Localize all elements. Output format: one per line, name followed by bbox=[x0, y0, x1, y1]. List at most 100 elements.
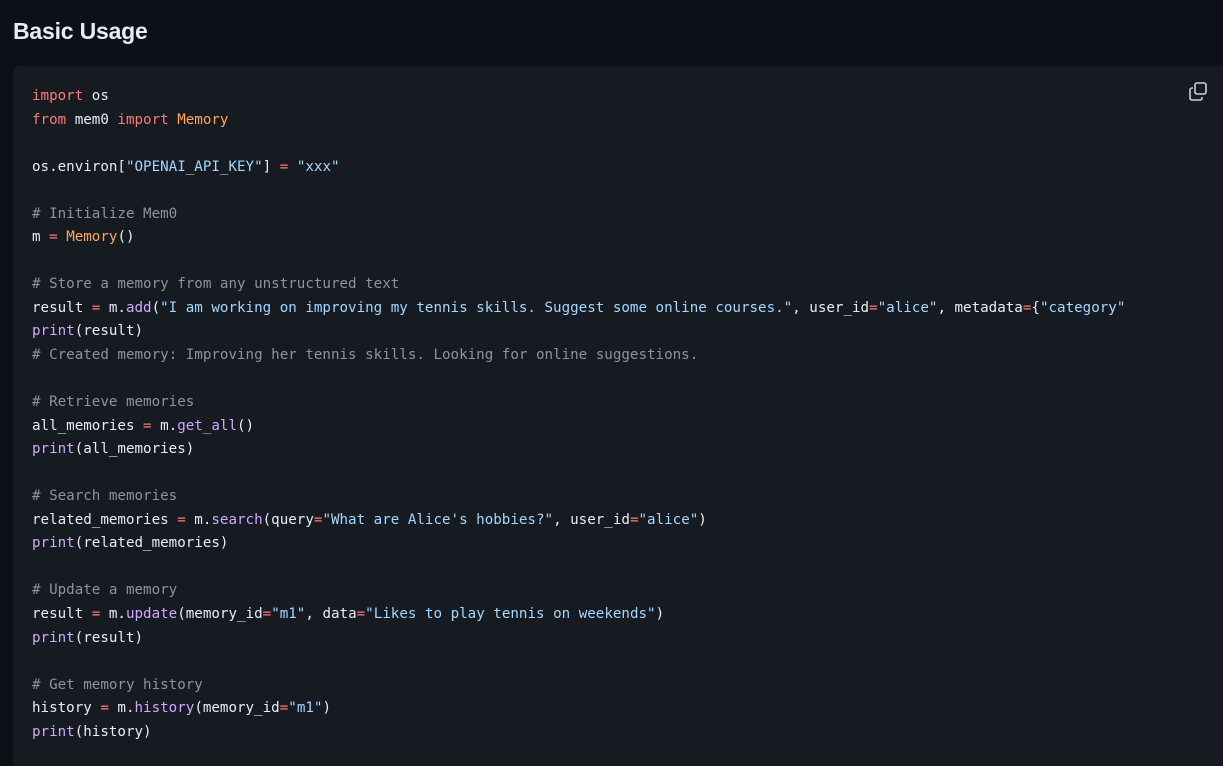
code-token: (memory_id bbox=[194, 700, 280, 717]
code-token: ] bbox=[262, 158, 280, 175]
code-line: print(related_memories) bbox=[32, 532, 1175, 556]
code-token: "m1" bbox=[288, 700, 323, 717]
code-token: print bbox=[32, 441, 75, 458]
code-token: ) bbox=[655, 606, 665, 623]
code-line: m = Memory() bbox=[32, 226, 1175, 250]
code-token: "m1" bbox=[271, 606, 306, 623]
code-token: # Retrieve memories bbox=[32, 394, 195, 411]
code-token: (related_memories) bbox=[74, 535, 229, 552]
code-token: , user_id bbox=[792, 299, 870, 316]
code-line: related_memories = m.search(query="What … bbox=[32, 509, 1175, 533]
code-line: print(history) bbox=[32, 721, 1175, 745]
code-token: history bbox=[134, 700, 195, 717]
code-token: ) bbox=[698, 511, 707, 528]
code-token: "I am working on improving my tennis ski… bbox=[160, 299, 793, 316]
code-token: related_memories bbox=[32, 511, 178, 528]
code-token: () bbox=[117, 229, 135, 246]
code-token: = bbox=[49, 229, 58, 246]
code-token: (result) bbox=[74, 323, 144, 340]
code-token: import bbox=[32, 88, 84, 104]
code-token: ( bbox=[151, 299, 161, 316]
code-line: result = m.add("I am working on improvin… bbox=[32, 297, 1175, 321]
code-listing: import os from mem0 import Memory os.envi… bbox=[32, 85, 1175, 744]
code-token: # Created memory: Improving her tennis s… bbox=[32, 347, 699, 364]
code-token: m. bbox=[100, 299, 126, 316]
code-token: # Update a memory bbox=[32, 582, 178, 599]
code-line: # Store a memory from any unstructured t… bbox=[32, 273, 1175, 297]
code-token: , metadata bbox=[937, 299, 1023, 316]
code-token: print bbox=[32, 723, 75, 740]
code-token: () bbox=[237, 417, 255, 434]
code-line: result = m.update(memory_id="m1", data="… bbox=[32, 603, 1175, 627]
code-token: # Search memories bbox=[32, 488, 178, 505]
code-token: import bbox=[117, 111, 169, 128]
code-line: print(result) bbox=[32, 627, 1175, 651]
code-line: os.environ["OPENAI_API_KEY"] = "xxx" bbox=[32, 156, 1175, 180]
code-token: m. bbox=[185, 511, 212, 528]
code-token: get_all bbox=[177, 417, 238, 434]
code-token: = bbox=[279, 158, 289, 175]
code-token: Memory bbox=[177, 111, 229, 128]
code-token: from bbox=[32, 111, 67, 128]
code-line: # Update a memory bbox=[32, 579, 1175, 603]
code-line: from mem0 import Memory bbox=[32, 109, 1175, 133]
code-token: (history) bbox=[74, 723, 152, 740]
code-token: result bbox=[32, 606, 92, 623]
code-token: = bbox=[262, 606, 272, 623]
code-line: # Get memory history bbox=[32, 674, 1175, 698]
copy-icon bbox=[1189, 82, 1207, 101]
code-token: "alice" bbox=[877, 299, 938, 316]
code-token: "Likes to play tennis on weekends" bbox=[365, 606, 656, 623]
code-line: # Created memory: Improving her tennis s… bbox=[32, 344, 1175, 368]
code-token: (memory_id bbox=[177, 606, 263, 623]
code-line: print(all_memories) bbox=[32, 438, 1175, 462]
code-token: os bbox=[83, 88, 109, 104]
code-token: "alice" bbox=[638, 511, 699, 528]
code-token: = bbox=[279, 700, 289, 717]
code-token: m. bbox=[108, 700, 135, 717]
code-token: Memory bbox=[66, 229, 118, 246]
code-token: "xxx" bbox=[296, 158, 340, 175]
code-token: all_memories bbox=[32, 417, 144, 434]
code-line: # Search memories bbox=[32, 485, 1175, 509]
code-token: m. bbox=[100, 606, 126, 623]
code-token: # Initialize Mem0 bbox=[32, 205, 178, 222]
code-token: { bbox=[1031, 299, 1040, 316]
code-token: = bbox=[869, 299, 878, 316]
code-line: # Initialize Mem0 bbox=[32, 203, 1175, 227]
code-token: os.environ[ bbox=[32, 158, 126, 175]
code-token: history bbox=[32, 700, 101, 717]
code-token: = bbox=[100, 700, 109, 717]
code-line: print(result) bbox=[32, 320, 1175, 344]
code-token: , user_id bbox=[553, 511, 630, 528]
code-token: print bbox=[32, 535, 75, 552]
code-token: (result) bbox=[74, 629, 144, 646]
code-token: , data bbox=[305, 606, 357, 623]
code-token: # Store a memory from any unstructured t… bbox=[32, 276, 400, 293]
code-token: "What are Alice's hobbies?" bbox=[322, 511, 554, 528]
code-token: mem0 bbox=[66, 111, 118, 128]
code-line: import os bbox=[32, 85, 1175, 109]
code-token: = bbox=[356, 606, 366, 623]
code-token: m bbox=[32, 229, 50, 246]
code-token: update bbox=[125, 606, 178, 623]
code-line: all_memories = m.get_all() bbox=[32, 415, 1175, 439]
code-token: search bbox=[211, 511, 263, 528]
code-token: (all_memories) bbox=[74, 441, 195, 458]
code-token: "OPENAI_API_KEY" bbox=[125, 158, 263, 175]
code-line: # Retrieve memories bbox=[32, 391, 1175, 415]
code-token: ) bbox=[322, 700, 331, 717]
code-token: "category" bbox=[1039, 299, 1126, 316]
code-token: add bbox=[125, 299, 152, 316]
code-token: result bbox=[32, 299, 92, 316]
copy-button[interactable] bbox=[1185, 79, 1211, 105]
